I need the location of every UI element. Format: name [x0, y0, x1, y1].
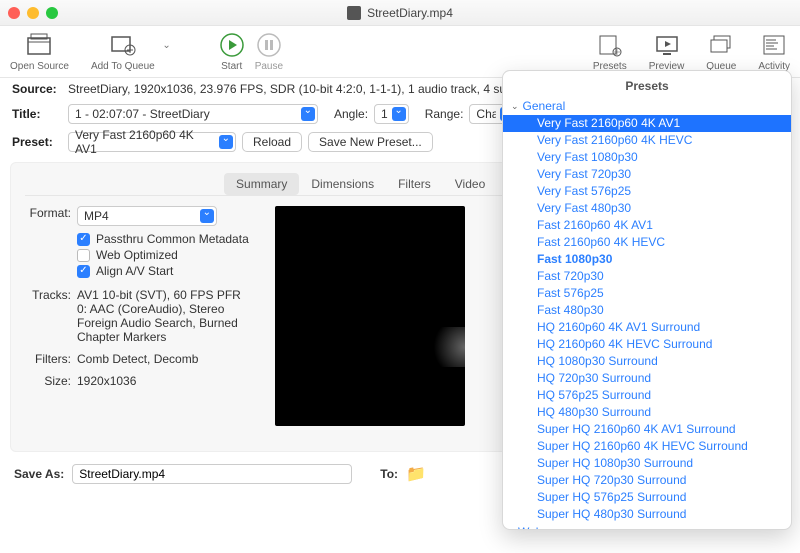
- presets-group-general[interactable]: ⌄General: [503, 97, 791, 115]
- saveas-label: Save As:: [14, 467, 64, 481]
- start-button[interactable]: Start: [219, 32, 245, 72]
- preset-item[interactable]: Fast 480p30: [503, 302, 791, 319]
- save-new-preset-button[interactable]: Save New Preset...: [308, 132, 433, 152]
- preset-item[interactable]: Fast 720p30: [503, 268, 791, 285]
- folder-icon[interactable]: 📁: [406, 464, 426, 484]
- checkbox-icon: [77, 249, 90, 262]
- pause-label: Pause: [255, 61, 283, 72]
- queue-button[interactable]: Queue: [706, 32, 736, 72]
- tracks-label: Tracks:: [25, 288, 71, 344]
- preset-item[interactable]: HQ 576p25 Surround: [503, 387, 791, 404]
- open-source-label: Open Source: [10, 61, 69, 72]
- format-label: Format:: [25, 206, 71, 226]
- start-label: Start: [221, 61, 242, 72]
- webopt-check[interactable]: Web Optimized: [77, 248, 255, 262]
- window-title-text: StreetDiary.mp4: [367, 6, 453, 20]
- chevron-down-icon[interactable]: ⌄: [162, 40, 170, 51]
- preset-item[interactable]: Very Fast 2160p60 4K HEVC: [503, 132, 791, 149]
- preset-item[interactable]: HQ 480p30 Surround: [503, 404, 791, 421]
- preset-item[interactable]: Super HQ 1080p30 Surround: [503, 455, 791, 472]
- preset-label: Preset:: [12, 135, 62, 149]
- angle-select[interactable]: 1: [374, 104, 409, 124]
- preset-item[interactable]: Very Fast 2160p60 4K AV1: [503, 115, 791, 132]
- presets-popover: Presets ⌄General Very Fast 2160p60 4K AV…: [502, 70, 792, 530]
- preset-item[interactable]: Super HQ 2160p60 4K HEVC Surround: [503, 438, 791, 455]
- size-value: 1920x1036: [77, 374, 136, 388]
- file-icon: [347, 6, 361, 20]
- preview-button[interactable]: Preview: [649, 32, 685, 72]
- range-label: Range:: [425, 107, 464, 121]
- filters-label: Filters:: [25, 352, 71, 366]
- open-source-button[interactable]: Open Source: [10, 32, 69, 72]
- source-label: Source:: [12, 82, 62, 96]
- tab-summary[interactable]: Summary: [224, 173, 299, 195]
- preset-item[interactable]: HQ 2160p60 4K AV1 Surround: [503, 319, 791, 336]
- add-to-queue-button[interactable]: Add To Queue ⌄: [91, 32, 155, 72]
- preset-item[interactable]: Fast 2160p60 4K HEVC: [503, 234, 791, 251]
- preset-select[interactable]: Very Fast 2160p60 4K AV1: [68, 132, 236, 152]
- size-label: Size:: [25, 374, 71, 388]
- preset-item[interactable]: Super HQ 2160p60 4K AV1 Surround: [503, 421, 791, 438]
- tracks-value: AV1 10-bit (SVT), 60 FPS PFR 0: AAC (Cor…: [77, 288, 255, 344]
- tab-dimensions[interactable]: Dimensions: [299, 173, 386, 195]
- tab-video[interactable]: Video: [443, 173, 497, 195]
- pause-button: Pause: [255, 32, 283, 72]
- reload-button[interactable]: Reload: [242, 132, 302, 152]
- saveas-input[interactable]: [72, 464, 352, 484]
- format-select[interactable]: MP4: [77, 206, 217, 226]
- presets-button[interactable]: Presets: [593, 32, 627, 72]
- titlebar: StreetDiary.mp4: [0, 0, 800, 26]
- checkbox-icon: [77, 265, 90, 278]
- activity-button[interactable]: Activity: [758, 32, 790, 72]
- preset-item[interactable]: Very Fast 576p25: [503, 183, 791, 200]
- window-title: StreetDiary.mp4: [0, 6, 800, 20]
- presets-title: Presets: [503, 79, 791, 97]
- preset-item[interactable]: Fast 2160p60 4K AV1: [503, 217, 791, 234]
- checkbox-icon: [77, 233, 90, 246]
- preset-item[interactable]: Very Fast 480p30: [503, 200, 791, 217]
- passthru-check[interactable]: Passthru Common Metadata: [77, 232, 255, 246]
- filters-value: Comb Detect, Decomb: [77, 352, 198, 366]
- preset-item[interactable]: HQ 2160p60 4K HEVC Surround: [503, 336, 791, 353]
- to-label: To:: [380, 467, 398, 481]
- preset-item[interactable]: Super HQ 480p30 Surround: [503, 506, 791, 523]
- preset-item[interactable]: HQ 720p30 Surround: [503, 370, 791, 387]
- preset-item[interactable]: Very Fast 720p30: [503, 166, 791, 183]
- preset-item[interactable]: Very Fast 1080p30: [503, 149, 791, 166]
- add-to-queue-label: Add To Queue: [91, 61, 155, 72]
- title-label: Title:: [12, 107, 62, 121]
- preset-item[interactable]: HQ 1080p30 Surround: [503, 353, 791, 370]
- preset-item[interactable]: Super HQ 720p30 Surround: [503, 472, 791, 489]
- preset-item[interactable]: Fast 1080p30: [503, 251, 791, 268]
- presets-group[interactable]: ›Web: [503, 523, 791, 530]
- angle-label: Angle:: [334, 107, 368, 121]
- preset-item[interactable]: Super HQ 576p25 Surround: [503, 489, 791, 506]
- title-select[interactable]: 1 - 02:07:07 - StreetDiary: [68, 104, 318, 124]
- tab-filters[interactable]: Filters: [386, 173, 443, 195]
- video-preview: [275, 206, 465, 426]
- preset-item[interactable]: Fast 576p25: [503, 285, 791, 302]
- align-check[interactable]: Align A/V Start: [77, 264, 255, 278]
